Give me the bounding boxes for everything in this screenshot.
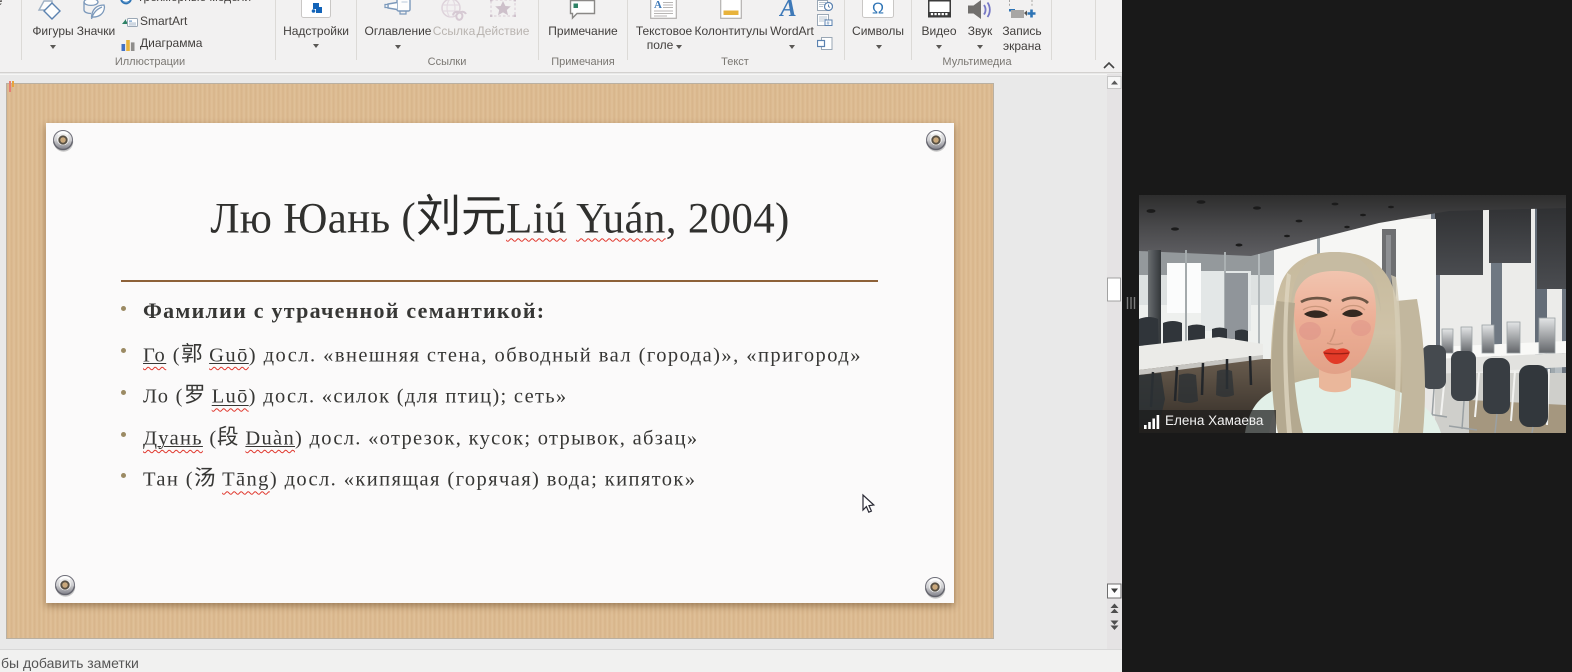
svg-text:Ω: Ω [872,1,884,18]
svg-text:A: A [779,0,797,19]
svg-text:A: A [654,0,662,11]
